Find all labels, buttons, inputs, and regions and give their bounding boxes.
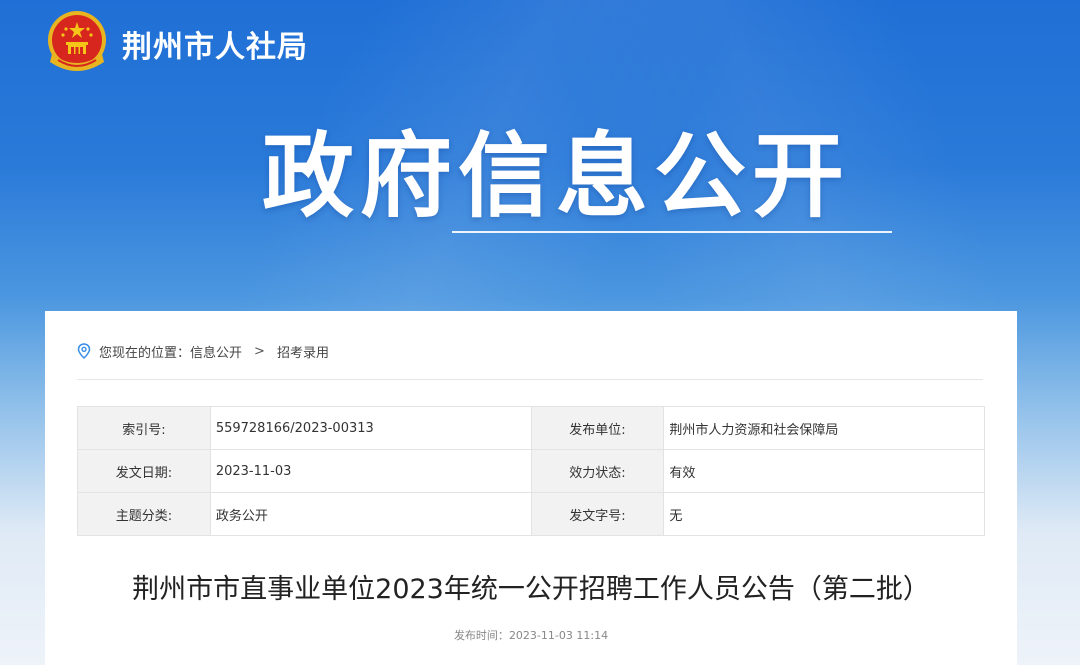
document-number-value: 无 [663, 492, 985, 536]
breadcrumb-item-info-open[interactable]: 信息公开 [190, 342, 242, 361]
content-panel: 您现在的位置： 信息公开 > 招考录用 索引号: 559728166/2023-… [45, 311, 1017, 665]
issue-date-label: 发文日期: [77, 449, 211, 493]
breadcrumb-item-recruitment[interactable]: 招考录用 [277, 342, 329, 361]
publish-time: 发布时间：2023-11-03 11:14 [45, 627, 1017, 643]
table-row: 发文日期: 2023-11-03 效力状态: 有效 [77, 449, 985, 493]
index-number-label: 索引号: [77, 406, 211, 450]
publisher-label: 发布单位: [530, 406, 665, 450]
publish-time-label: 发布时间： [453, 629, 509, 642]
issue-date-value: 2023-11-03 [209, 449, 532, 493]
breadcrumb-prefix: 您现在的位置： [99, 345, 191, 361]
breadcrumb-divider [77, 379, 983, 380]
validity-status-value: 有效 [663, 449, 985, 493]
site-header: 荆州市人社局 [0, 0, 1080, 90]
location-pin-icon [77, 343, 91, 359]
topic-category-label: 主题分类: [77, 492, 211, 536]
publisher-value: 荆州市人力资源和社会保障局 [663, 406, 985, 450]
breadcrumb-separator: > [254, 343, 265, 359]
table-row: 主题分类: 政务公开 发文字号: 无 [77, 492, 985, 536]
hero-title: 政府信息公开 [262, 123, 851, 230]
hero-underline [452, 231, 892, 233]
national-emblem-icon[interactable] [46, 10, 108, 76]
topic-category-value: 政务公开 [209, 492, 532, 536]
index-number-value: 559728166/2023-00313 [209, 406, 532, 450]
site-name[interactable]: 荆州市人社局 [122, 22, 308, 66]
publish-time-value: 2023-11-03 11:14 [508, 629, 609, 642]
breadcrumb: 您现在的位置： 信息公开 > 招考录用 [77, 341, 329, 361]
table-row: 索引号: 559728166/2023-00313 发布单位: 荆州市人力资源和… [77, 406, 985, 450]
document-number-label: 发文字号: [530, 492, 665, 536]
document-meta-table: 索引号: 559728166/2023-00313 发布单位: 荆州市人力资源和… [77, 406, 985, 536]
validity-status-label: 效力状态: [530, 449, 665, 493]
article-title: 荆州市市直事业单位2023年统一公开招聘工作人员公告（第二批） [132, 574, 930, 605]
